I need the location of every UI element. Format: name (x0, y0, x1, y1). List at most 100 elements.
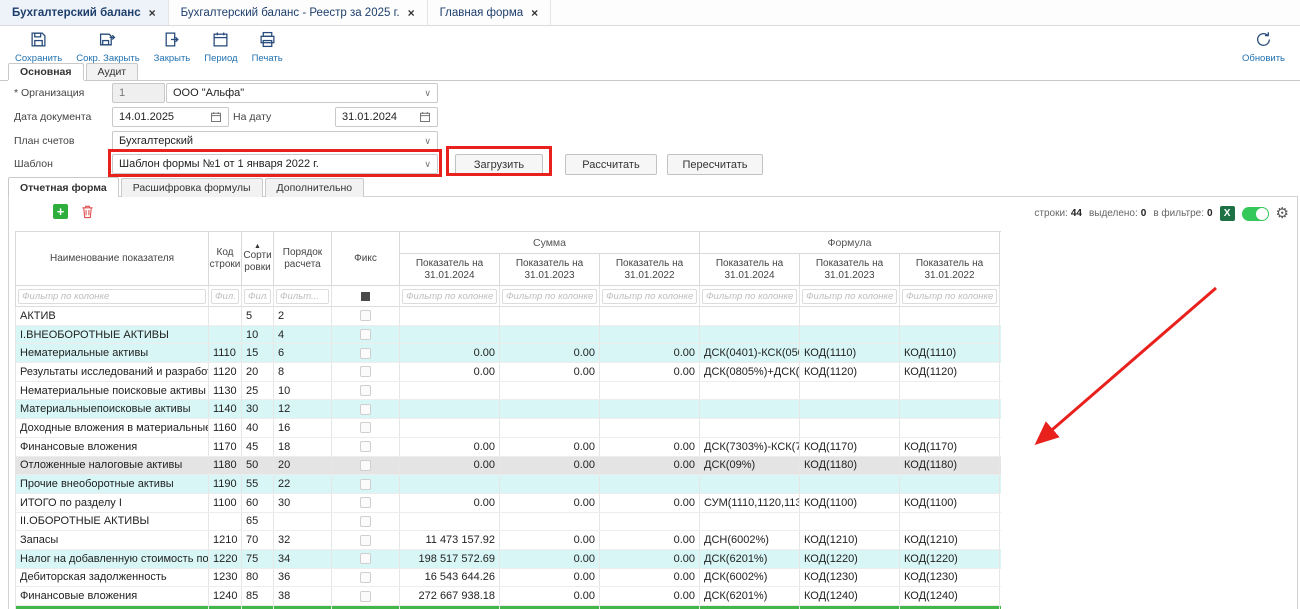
window-tab-balance[interactable]: Бухгалтерский баланс × (0, 0, 169, 25)
column-header-code[interactable]: Код строки (209, 232, 242, 286)
table-row[interactable]: Финансовые вложения 1240 85 38 272 667 9… (15, 587, 1001, 606)
fix-checkbox[interactable] (360, 572, 371, 583)
calendar-icon[interactable] (210, 111, 222, 123)
filter-input-order[interactable] (276, 289, 329, 304)
fix-checkbox[interactable] (360, 441, 371, 452)
save-icon (30, 31, 47, 51)
close-icon[interactable]: × (149, 7, 156, 19)
filter-input-code[interactable] (211, 289, 239, 304)
fix-checkbox[interactable] (360, 385, 371, 396)
close-button[interactable]: Закрыть (147, 29, 198, 66)
fix-checkbox[interactable] (360, 479, 371, 490)
cell-calc-order: 6 (274, 344, 332, 362)
table-row[interactable]: Запасы 1210 70 32 11 473 157.92 0.00 0.0… (15, 531, 1001, 550)
table-row[interactable]: Дебиторская задолженность 1230 80 36 16 … (15, 569, 1001, 588)
print-button[interactable]: Печать (245, 29, 290, 66)
cell-row-code: 1240 (209, 587, 242, 605)
filter-fix-checkbox[interactable] (361, 292, 370, 301)
table-row[interactable]: ИТОГО по разделу I 1100 60 30 0.00 0.00 … (15, 494, 1001, 513)
fix-checkbox[interactable] (360, 497, 371, 508)
table-row[interactable]: Результаты исследований и разработок 112… (15, 363, 1001, 382)
doc-date-field[interactable]: 14.01.2025 (112, 107, 229, 127)
cell-row-code: 1160 (209, 419, 242, 437)
calendar-icon[interactable] (419, 111, 431, 123)
table-row[interactable]: АКТИВ 5 2 (15, 307, 1001, 326)
organization-code-field[interactable]: 1 (112, 83, 165, 103)
fix-checkbox[interactable] (360, 310, 371, 321)
column-header-sum-2022[interactable]: Показатель на 31.01.2022 (600, 254, 700, 286)
cell-sort-order: 30 (242, 400, 274, 418)
save-close-button[interactable]: Сокр. Закрыть (69, 29, 146, 66)
gear-icon[interactable]: ⚙ (1276, 206, 1289, 221)
column-header-sum-2024[interactable]: Показатель на 31.01.2024 (400, 254, 500, 286)
column-header-formula-2022[interactable]: Показатель на 31.01.2022 (900, 254, 1000, 286)
close-icon[interactable]: × (531, 7, 538, 19)
recalculate-button[interactable]: Пересчитать (667, 154, 763, 175)
close-icon[interactable]: × (408, 7, 415, 19)
filter-input-sum-2024[interactable] (402, 289, 497, 304)
cell-sum-2023 (500, 382, 600, 400)
cell-sum-2022: 0.00 (600, 344, 700, 362)
column-header-name[interactable]: Наименование показателя (16, 232, 209, 286)
chart-of-accounts-select[interactable]: Бухгалтерский ∨ (112, 131, 438, 151)
column-header-formula-2024[interactable]: Показатель на 31.01.2024 (700, 254, 800, 286)
table-row[interactable]: II.ОБОРОТНЫЕ АКТИВЫ 65 (15, 513, 1001, 532)
filter-input-sum-2022[interactable] (602, 289, 697, 304)
table-row[interactable]: Отложенные налоговые активы 1180 50 20 0… (15, 457, 1001, 476)
table-row[interactable]: Налог на добавленную стоимость по пр... … (15, 550, 1001, 569)
table-row[interactable]: Доходные вложения в материальные ц... 11… (15, 419, 1001, 438)
filter-toggle[interactable] (1242, 207, 1269, 221)
cell-formula-2022: КОД(1230) (900, 569, 1000, 587)
filter-input-formula-2023[interactable] (802, 289, 897, 304)
period-button[interactable]: Период (197, 29, 244, 66)
window-tab-registry[interactable]: Бухгалтерский баланс - Реестр за 2025 г.… (169, 0, 428, 25)
cell-calc-order (274, 513, 332, 531)
refresh-button[interactable]: Обновить (1235, 29, 1292, 66)
selected-count-value: 0 (1141, 208, 1147, 219)
table-row[interactable]: Нематериальные активы 1110 15 6 0.00 0.0… (15, 344, 1001, 363)
column-header-formula-2023[interactable]: Показатель на 31.01.2023 (800, 254, 900, 286)
filter-input-name[interactable] (18, 289, 206, 304)
fix-checkbox[interactable] (360, 553, 371, 564)
tab-formula-details[interactable]: Расшифровка формулы (121, 178, 263, 197)
column-header-sum-2023[interactable]: Показатель на 31.01.2023 (500, 254, 600, 286)
load-button[interactable]: Загрузить (455, 154, 543, 175)
fix-checkbox[interactable] (360, 535, 371, 546)
fix-checkbox[interactable] (360, 366, 371, 377)
organization-select[interactable]: ООО "Альфа" ∨ (166, 83, 438, 103)
table-row[interactable]: Материальныепоисковые активы 1140 30 12 (15, 400, 1001, 419)
fix-checkbox[interactable] (360, 460, 371, 471)
cell-formula-2024 (700, 326, 800, 344)
tab-report-form[interactable]: Отчетная форма (8, 177, 119, 197)
export-excel-icon[interactable]: X (1220, 206, 1235, 221)
window-tab-main-form[interactable]: Главная форма × (428, 0, 552, 25)
delete-row-icon[interactable] (80, 204, 95, 219)
column-header-fix[interactable]: Фикс (332, 232, 400, 286)
table-row[interactable]: I.ВНЕОБОРОТНЫЕ АКТИВЫ 10 4 (15, 326, 1001, 345)
on-date-field[interactable]: 31.01.2024 (335, 107, 438, 127)
filter-input-formula-2024[interactable] (702, 289, 797, 304)
column-header-order[interactable]: Порядок расчета (274, 232, 332, 286)
fix-checkbox[interactable] (360, 329, 371, 340)
calculate-button[interactable]: Рассчитать (565, 154, 657, 175)
fix-checkbox[interactable] (360, 516, 371, 527)
add-row-icon[interactable]: + (53, 204, 68, 219)
table-row[interactable]: Финансовые вложения 1170 45 18 0.00 0.00… (15, 438, 1001, 457)
fix-checkbox[interactable] (360, 591, 371, 602)
template-select[interactable]: Шаблон формы №1 от 1 января 2022 г. ∨ (112, 154, 438, 174)
cell-calc-order: 32 (274, 531, 332, 549)
fix-checkbox[interactable] (360, 422, 371, 433)
tab-audit[interactable]: Аудит (86, 63, 139, 80)
fix-checkbox[interactable] (360, 404, 371, 415)
tab-additional[interactable]: Дополнительно (265, 178, 365, 197)
tab-main[interactable]: Основная (8, 63, 84, 80)
filter-input-formula-2022[interactable] (902, 289, 997, 304)
fix-checkbox[interactable] (360, 348, 371, 359)
table-row[interactable]: Нематериальные поисковые активы 1130 25 … (15, 382, 1001, 401)
table-row[interactable]: Прочие внеоборотные активы 1190 55 22 (15, 475, 1001, 494)
filter-input-sum-2023[interactable] (502, 289, 597, 304)
save-button[interactable]: Сохранить (8, 29, 69, 66)
template-value: Шаблон формы №1 от 1 января 2022 г. (119, 158, 319, 170)
filter-input-sort[interactable] (244, 289, 271, 304)
column-header-sort[interactable]: ▲ Сорти ровки (242, 232, 274, 286)
